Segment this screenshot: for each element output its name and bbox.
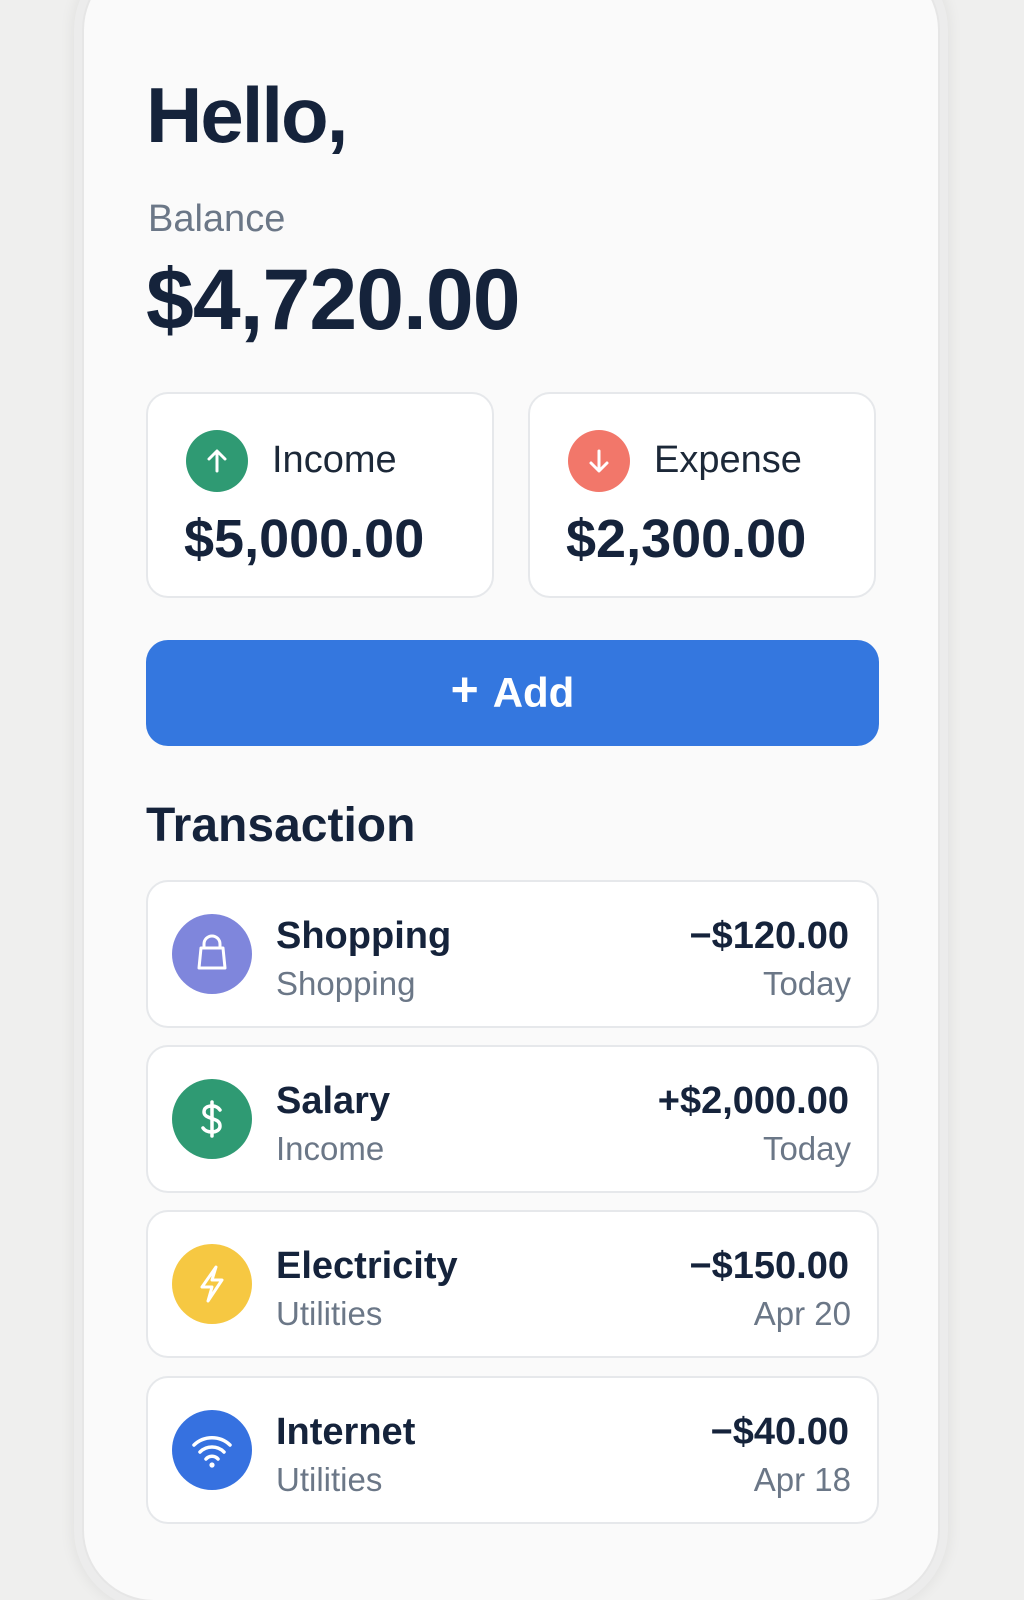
arrow-up-icon <box>186 430 248 492</box>
transaction-category: Utilities <box>276 1295 383 1332</box>
transaction-item-shopping[interactable]: Shopping Shopping −$120.00 Today <box>146 880 879 1028</box>
lightning-bolt-icon <box>172 1244 252 1324</box>
transaction-title: Internet <box>276 1411 416 1453</box>
expense-amount: $2,300.00 <box>566 509 807 569</box>
income-label: Income <box>272 439 397 481</box>
transaction-amount: −$40.00 <box>710 1411 849 1453</box>
transaction-title: Salary <box>276 1080 391 1122</box>
transactions-title: Transaction <box>146 799 416 852</box>
transaction-amount: −$120.00 <box>689 915 849 957</box>
transaction-date: Today <box>762 965 851 1002</box>
transaction-date: Today <box>762 1130 851 1167</box>
transaction-category: Shopping <box>276 965 416 1002</box>
transaction-amount: +$2,000.00 <box>657 1080 849 1122</box>
transaction-item-electricity[interactable]: Electricity Utilities −$150.00 Apr 20 <box>146 1210 879 1358</box>
transaction-date: Apr 18 <box>753 1461 851 1498</box>
dollar-icon <box>172 1079 252 1159</box>
expense-card[interactable]: Expense $2,300.00 <box>528 392 876 598</box>
transaction-item-salary[interactable]: Salary Income +$2,000.00 Today <box>146 1045 879 1193</box>
expense-label: Expense <box>654 439 802 481</box>
balance-amount: $4,720.00 <box>146 252 521 348</box>
add-button-label: Add <box>492 669 575 716</box>
transaction-category: Utilities <box>276 1461 383 1498</box>
arrow-down-icon <box>568 430 630 492</box>
greeting-title: Hello, <box>146 71 348 159</box>
income-card[interactable]: Income $5,000.00 <box>146 392 494 598</box>
transaction-item-internet[interactable]: Internet Utilities −$40.00 Apr 18 <box>146 1376 879 1524</box>
plus-icon: + <box>450 664 479 717</box>
shopping-bag-icon <box>172 914 252 994</box>
transaction-title: Electricity <box>276 1245 458 1287</box>
transaction-amount: −$150.00 <box>689 1245 849 1287</box>
add-button[interactable]: + Add <box>146 640 879 746</box>
transaction-title: Shopping <box>276 915 452 957</box>
transaction-category: Income <box>276 1130 385 1167</box>
balance-label: Balance <box>148 198 286 240</box>
income-amount: $5,000.00 <box>184 509 425 569</box>
wifi-icon <box>172 1410 252 1490</box>
transaction-date: Apr 20 <box>753 1295 851 1332</box>
